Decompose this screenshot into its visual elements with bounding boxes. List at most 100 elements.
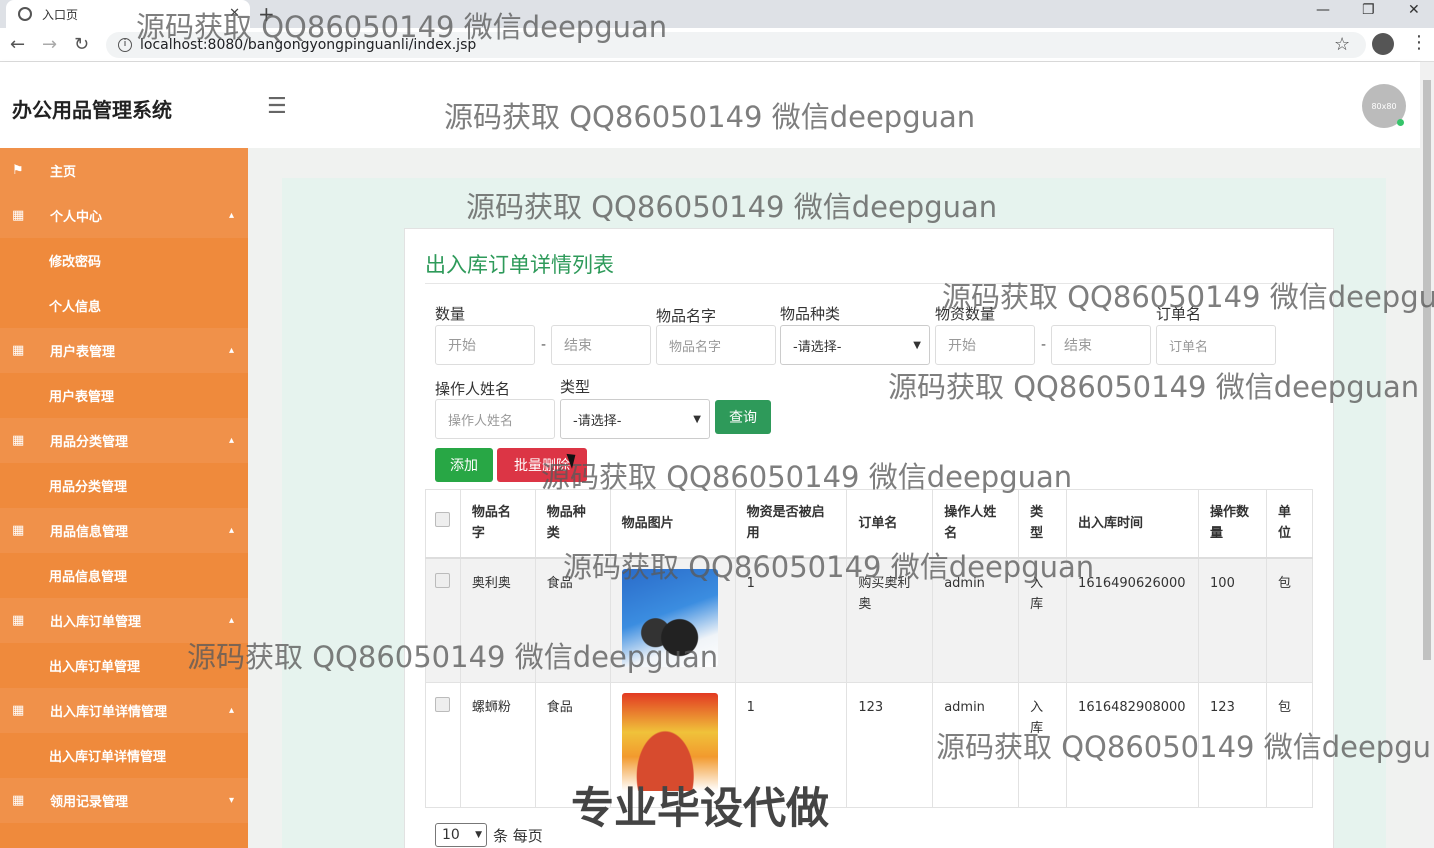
row-select-cell — [425, 682, 461, 808]
url-field[interactable]: i localhost:8080/bangongyongpinguanli/in… — [106, 32, 1366, 58]
new-tab-button[interactable]: + — [258, 2, 275, 26]
chevron-down-icon: ▼ — [693, 413, 701, 425]
row-checkbox[interactable] — [435, 572, 451, 588]
sidebar-item-10[interactable]: ▦ 出入库订单管理 ▴ — [0, 598, 248, 643]
sidebar-item-label: 出入库订单管理 — [50, 615, 142, 630]
bookmark-star-icon[interactable]: ☆ — [1334, 34, 1350, 55]
select-all-checkbox[interactable] — [435, 512, 451, 528]
query-button[interactable]: 查询 — [715, 400, 771, 434]
item-name-input[interactable]: 物品名字 — [656, 325, 776, 365]
order-name-input[interactable]: 订单名 — [1156, 325, 1276, 365]
grid-icon: ▦ — [12, 793, 25, 808]
sidebar-item-2[interactable]: 修改密码 — [0, 238, 248, 283]
list-card: 出入库订单详情列表 数量 开始 - 结束 物品名字 物品名字 物品种类 -请选择… — [404, 228, 1334, 848]
grid-icon: ▦ — [12, 208, 25, 223]
flag-icon: ⚑ — [12, 163, 24, 178]
title-divider — [425, 283, 1313, 284]
hamburger-menu-icon[interactable]: ☰ — [267, 94, 287, 119]
sidebar-item-11[interactable]: 出入库订单管理 — [0, 643, 248, 688]
table-header-row: 物品名字 物品种类 物品图片 物资是否被启用 订单名 操作人姓名 类型 出入库时… — [425, 489, 1314, 559]
header-cell: 物品名字 — [459, 489, 536, 559]
quantity-end-input[interactable]: 结束 — [551, 325, 651, 365]
data-table: 物品名字 物品种类 物品图片 物资是否被启用 订单名 操作人姓名 类型 出入库时… — [425, 489, 1314, 808]
sidebar-item-5[interactable]: 用户表管理 — [0, 373, 248, 418]
app-title: 办公用品管理系统 — [12, 98, 172, 122]
grid-icon: ▦ — [12, 433, 25, 448]
cell-time: 1616490626000 — [1066, 557, 1200, 683]
browser-menu-icon[interactable]: ⋮ — [1410, 32, 1428, 53]
cell-name: 奥利奥 — [459, 557, 536, 683]
sidebar-item-label: 修改密码 — [49, 255, 102, 270]
chevron-icon: ▴ — [228, 435, 234, 446]
quantity-start-input[interactable]: 开始 — [435, 325, 535, 365]
type-select[interactable]: -请选择- ▼ — [560, 399, 710, 439]
window-close-button[interactable]: ✕ — [1408, 2, 1420, 18]
header-cell: 单位 — [1265, 489, 1314, 559]
grid-icon: ▦ — [12, 613, 25, 628]
sidebar-item-3[interactable]: 个人信息 — [0, 283, 248, 328]
table-row[interactable]: 螺蛳粉 食品 1 123 admin 入库 1616482908000 123 … — [425, 682, 1314, 808]
sidebar-item-12[interactable]: ▦ 出入库订单详情管理 ▴ — [0, 688, 248, 733]
online-status-dot — [1397, 119, 1404, 126]
forward-icon[interactable]: → — [42, 34, 57, 55]
quantity-dash: - — [541, 337, 547, 353]
cell-operator: admin — [932, 682, 1020, 808]
cell-type: 入库 — [1018, 557, 1068, 683]
sidebar-item-label: 用户表管理 — [49, 390, 115, 405]
operator-input[interactable]: 操作人姓名 — [435, 399, 555, 439]
material-start-input[interactable]: 开始 — [935, 325, 1035, 365]
chevron-down-icon: ▼ — [475, 830, 482, 840]
sidebar-item-label: 个人信息 — [49, 300, 102, 315]
page-size-value: 10 — [442, 827, 460, 843]
header-cell: 物品种类 — [534, 489, 611, 559]
cell-unit: 包 — [1265, 682, 1314, 808]
sidebar-item-7[interactable]: 用品分类管理 — [0, 463, 248, 508]
watermark-banner: 专业毕设代做 — [571, 784, 829, 834]
info-icon[interactable]: i — [118, 38, 132, 52]
account-icon[interactable] — [1372, 33, 1394, 55]
material-end-input[interactable]: 结束 — [1051, 325, 1151, 365]
restore-button[interactable]: ❐ — [1362, 2, 1375, 18]
sidebar-item-0[interactable]: ⚑ 主页 — [0, 148, 248, 193]
scrollbar-thumb[interactable] — [1423, 80, 1431, 660]
back-icon[interactable]: ← — [10, 34, 25, 55]
header-cell: 出入库时间 — [1066, 489, 1200, 559]
minimize-button[interactable]: — — [1316, 2, 1330, 18]
sidebar-item-label: 出入库订单详情管理 — [50, 705, 168, 720]
page-size-select[interactable]: 10 ▼ — [435, 823, 487, 847]
sidebar-item-8[interactable]: ▦ 用品信息管理 ▴ — [0, 508, 248, 553]
header-cell: 操作人姓名 — [932, 489, 1020, 559]
add-button[interactable]: 添加 — [435, 448, 493, 482]
content-wrapper: 出入库订单详情列表 数量 开始 - 结束 物品名字 物品名字 物品种类 -请选择… — [282, 178, 1386, 848]
sidebar-item-14[interactable]: ▦ 领用记录管理 ▾ — [0, 778, 248, 823]
oreo-image — [621, 568, 718, 667]
type-value: -请选择- — [573, 413, 622, 429]
sidebar-item-label: 出入库订单详情管理 — [49, 750, 167, 765]
sidebar-item-13[interactable]: 出入库订单详情管理 — [0, 733, 248, 778]
sidebar-item-label: 主页 — [50, 165, 77, 180]
sidebar-item-4[interactable]: ▦ 用户表管理 ▴ — [0, 328, 248, 373]
page-scrollbar[interactable] — [1420, 62, 1434, 848]
sidebar-item-9[interactable]: 用品信息管理 — [0, 553, 248, 598]
avatar[interactable]: 80x80 — [1362, 84, 1406, 128]
sidebar-item-label: 用品分类管理 — [50, 435, 129, 450]
grid-icon: ▦ — [12, 703, 25, 718]
table-row[interactable]: 奥利奥 食品 1 购买奥利奥 admin 入库 1616490626000 10… — [425, 557, 1314, 683]
browser-tab-bar: 入口页 ✕ + — ❐ ✕ — [0, 0, 1434, 28]
tab-close-icon[interactable]: ✕ — [229, 6, 240, 21]
sidebar-item-6[interactable]: ▦ 用品分类管理 ▴ — [0, 418, 248, 463]
cell-qty: 123 — [1198, 682, 1267, 808]
browser-tab[interactable]: 入口页 ✕ — [6, 0, 250, 28]
cell-time: 1616482908000 — [1066, 682, 1200, 808]
cell-qty: 100 — [1198, 557, 1267, 683]
reload-icon[interactable]: ↻ — [74, 34, 89, 55]
grid-icon: ▦ — [12, 523, 25, 538]
header-cell: 类型 — [1018, 489, 1068, 559]
sidebar-item-1[interactable]: ▦ 个人中心 ▴ — [0, 193, 248, 238]
item-name-label: 物品名字 — [656, 307, 717, 325]
row-checkbox[interactable] — [435, 697, 451, 712]
item-type-select[interactable]: -请选择- ▼ — [780, 325, 930, 365]
cell-type: 入库 — [1018, 682, 1068, 808]
cell-unit: 包 — [1265, 557, 1314, 683]
row-select-cell — [425, 557, 461, 683]
